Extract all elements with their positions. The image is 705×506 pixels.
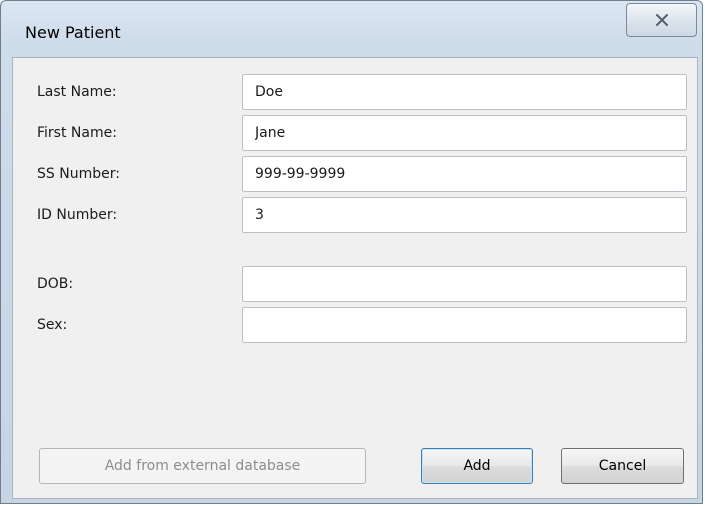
add-button[interactable]: Add (421, 448, 533, 484)
id-number-field[interactable] (242, 197, 687, 233)
last-name-label: Last Name: (37, 84, 117, 100)
dob-field[interactable] (242, 266, 687, 302)
title-bar[interactable]: New Patient (1, 1, 702, 57)
first-name-field[interactable] (242, 115, 687, 151)
ss-number-label: SS Number: (37, 166, 120, 182)
close-button[interactable] (626, 3, 697, 37)
cancel-button[interactable]: Cancel (561, 448, 684, 484)
add-from-external-database-button[interactable]: Add from external database (39, 448, 366, 484)
last-name-field[interactable] (242, 74, 687, 110)
ss-number-field[interactable] (242, 156, 687, 192)
first-name-label: First Name: (37, 125, 117, 141)
close-x-icon (655, 14, 669, 26)
new-patient-dialog: New Patient Last Name: First Name: SS Nu… (0, 0, 703, 504)
sex-label: Sex: (37, 317, 68, 333)
dialog-client-area: Last Name: First Name: SS Number: ID Num… (12, 57, 698, 499)
sex-field[interactable] (242, 307, 687, 343)
dob-label: DOB: (37, 276, 74, 292)
id-number-label: ID Number: (37, 207, 118, 223)
window-title: New Patient (25, 23, 121, 42)
